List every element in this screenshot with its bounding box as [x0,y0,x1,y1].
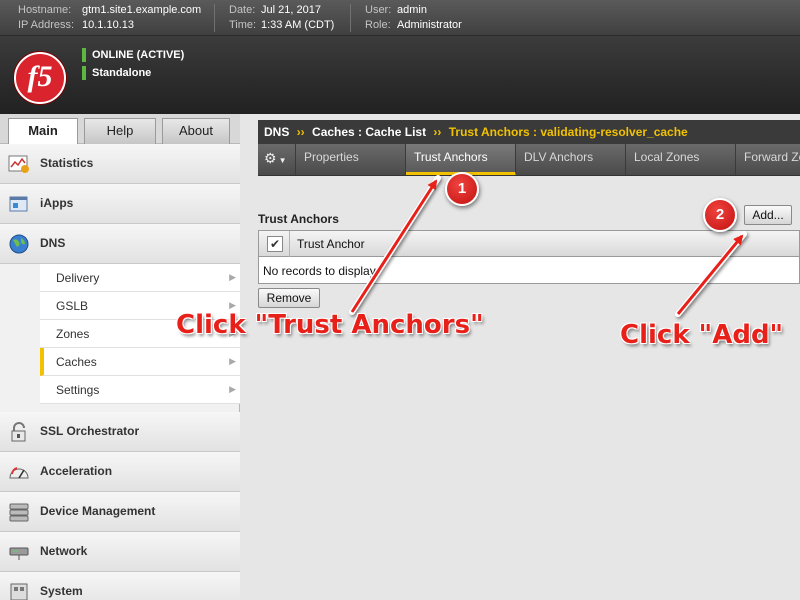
sidebar-item-label: SSL Orchestrator [40,424,140,438]
gauge-icon [9,467,29,479]
sidebar-item-iapps[interactable]: iApps [0,184,240,224]
status-online: ONLINE (ACTIVE) [82,48,184,62]
breadcrumb-separator: ›› [296,125,305,139]
iapps-icon [9,196,28,212]
column-divider [289,231,290,257]
user-info: User: admin Role: Administrator [365,3,462,33]
tab-trust-anchors[interactable]: Trust Anchors [406,144,516,175]
sidebar-item-acceleration[interactable]: Acceleration [0,452,240,492]
sidebar-item-label: Acceleration [40,464,113,478]
sidebar-item-label: iApps [40,196,74,210]
breadcrumb-section[interactable]: DNS [264,125,289,139]
tab-dlv-anchors[interactable]: DLV Anchors [516,144,626,175]
breadcrumb-parent[interactable]: Caches : Cache List [312,125,426,139]
time-label: Time: [229,19,257,31]
system-icon [10,583,28,600]
sidebar-item-label: Device Management [40,504,156,518]
breadcrumb-separator: ›› [433,125,442,139]
chevron-right-icon: ▶ [229,272,236,282]
hostname-value: gtm1.site1.example.com [82,4,202,16]
breadcrumb: DNS ›› Caches : Cache List ›› Trust Anch… [258,120,800,144]
info-divider [214,4,215,32]
breadcrumb-current: Trust Anchors : validating-resolver_cach… [448,125,688,139]
statistics-icon [8,155,29,173]
sidebar-subitem-gslb[interactable]: GSLB ▶ [40,292,240,320]
logo-text: f5 [27,60,53,93]
date-value: Jul 21, 2017 [261,4,321,16]
role-value: Administrator [397,19,462,31]
sidebar-subitem-delivery[interactable]: Delivery ▶ [40,264,240,292]
date-label: Date: [229,4,256,16]
sidebar-subitem-zones[interactable]: Zones ▶ [40,320,240,348]
sidebar-item-statistics[interactable]: Statistics [0,144,240,184]
chevron-right-icon: ▶ [229,300,236,310]
network-icon [9,547,29,560]
tab-main[interactable]: Main [8,118,78,145]
tab-help[interactable]: Help [84,118,156,144]
sidebar-subitem-label: Settings [56,383,100,397]
status-mode: Standalone [82,66,151,80]
padlock-icon [11,422,26,442]
tab-local-zones[interactable]: Local Zones [626,144,736,175]
sidebar-item-system[interactable]: System [0,572,240,600]
empty-table-message: No records to display. [263,264,379,278]
sidebar-subitem-label: GSLB [56,299,89,313]
sidebar-item-label: Statistics [40,156,94,170]
add-button[interactable]: Add... [744,205,792,225]
user-label: User: [365,4,392,16]
sidebar-subitem-label: Caches [56,355,97,369]
sidebar-subitem-label: Delivery [56,271,100,285]
sidebar-subitem-caches[interactable]: Caches ▶ [40,348,240,376]
column-header-trust-anchor[interactable]: Trust Anchor [297,237,365,251]
datetime-info: Date: Jul 21, 2017 Time: 1:33 AM (CDT) [229,3,334,33]
tab-about[interactable]: About [162,118,230,144]
table-header: ✔ Trust Anchor [259,231,799,257]
sidebar-item-label: DNS [40,236,66,250]
sidebar-item-device-management[interactable]: Device Management [0,492,240,532]
chevron-right-icon: ▶ [229,328,236,338]
object-tab-bar: ⚙ ▼ Properties Trust Anchors DLV Anchors … [258,144,800,176]
gear-icon: ⚙ [264,150,277,166]
role-label: Role: [365,19,391,31]
globe-icon [9,234,29,254]
header: f5 ONLINE (ACTIVE) Standalone [0,36,800,114]
server-icon [9,503,29,522]
hostname-label: Hostname: [18,4,72,16]
sidebar-item-network[interactable]: Network [0,532,240,572]
chevron-right-icon: ▶ [229,384,236,394]
remove-button[interactable]: Remove [258,288,320,308]
gear-menu-button[interactable]: ⚙ ▼ [258,144,296,175]
sidebar-item-label: Network [40,544,88,558]
info-divider [350,4,351,32]
trust-anchor-table: ✔ Trust Anchor No records to display. [258,230,800,284]
f5-logo: f5 [14,52,66,104]
sidebar-item-label: System [40,584,83,598]
section-title: Trust Anchors [258,212,339,226]
time-value: 1:33 AM (CDT) [261,19,335,31]
system-info-bar: Hostname: gtm1.site1.example.com IP Addre… [0,0,800,36]
sidebar-subitem-label: Zones [56,327,90,341]
sidebar: Statistics iApps DNS Delivery ▶ GSLB ▶ Z… [0,144,240,600]
main-content: Trust Anchors Add... ✔ Trust Anchor No r… [258,176,800,600]
main-tab-strip: Main Help About [0,114,240,145]
sidebar-subitem-settings[interactable]: Settings ▶ [40,376,240,404]
chevron-down-icon: ▼ [278,156,287,165]
tab-properties[interactable]: Properties [296,144,406,175]
chevron-right-icon: ▶ [229,356,236,366]
tab-forward-zones[interactable]: Forward Zones [736,144,800,175]
user-value: admin [397,4,427,16]
ip-value: 10.1.10.13 [82,19,134,31]
ip-label: IP Address: [18,19,75,31]
select-all-checkbox[interactable]: ✔ [267,236,283,252]
sidebar-item-dns[interactable]: DNS [0,224,240,264]
sidebar-item-ssl-orchestrator[interactable]: SSL Orchestrator [0,412,240,452]
host-info: Hostname: gtm1.site1.example.com IP Addre… [18,3,201,33]
